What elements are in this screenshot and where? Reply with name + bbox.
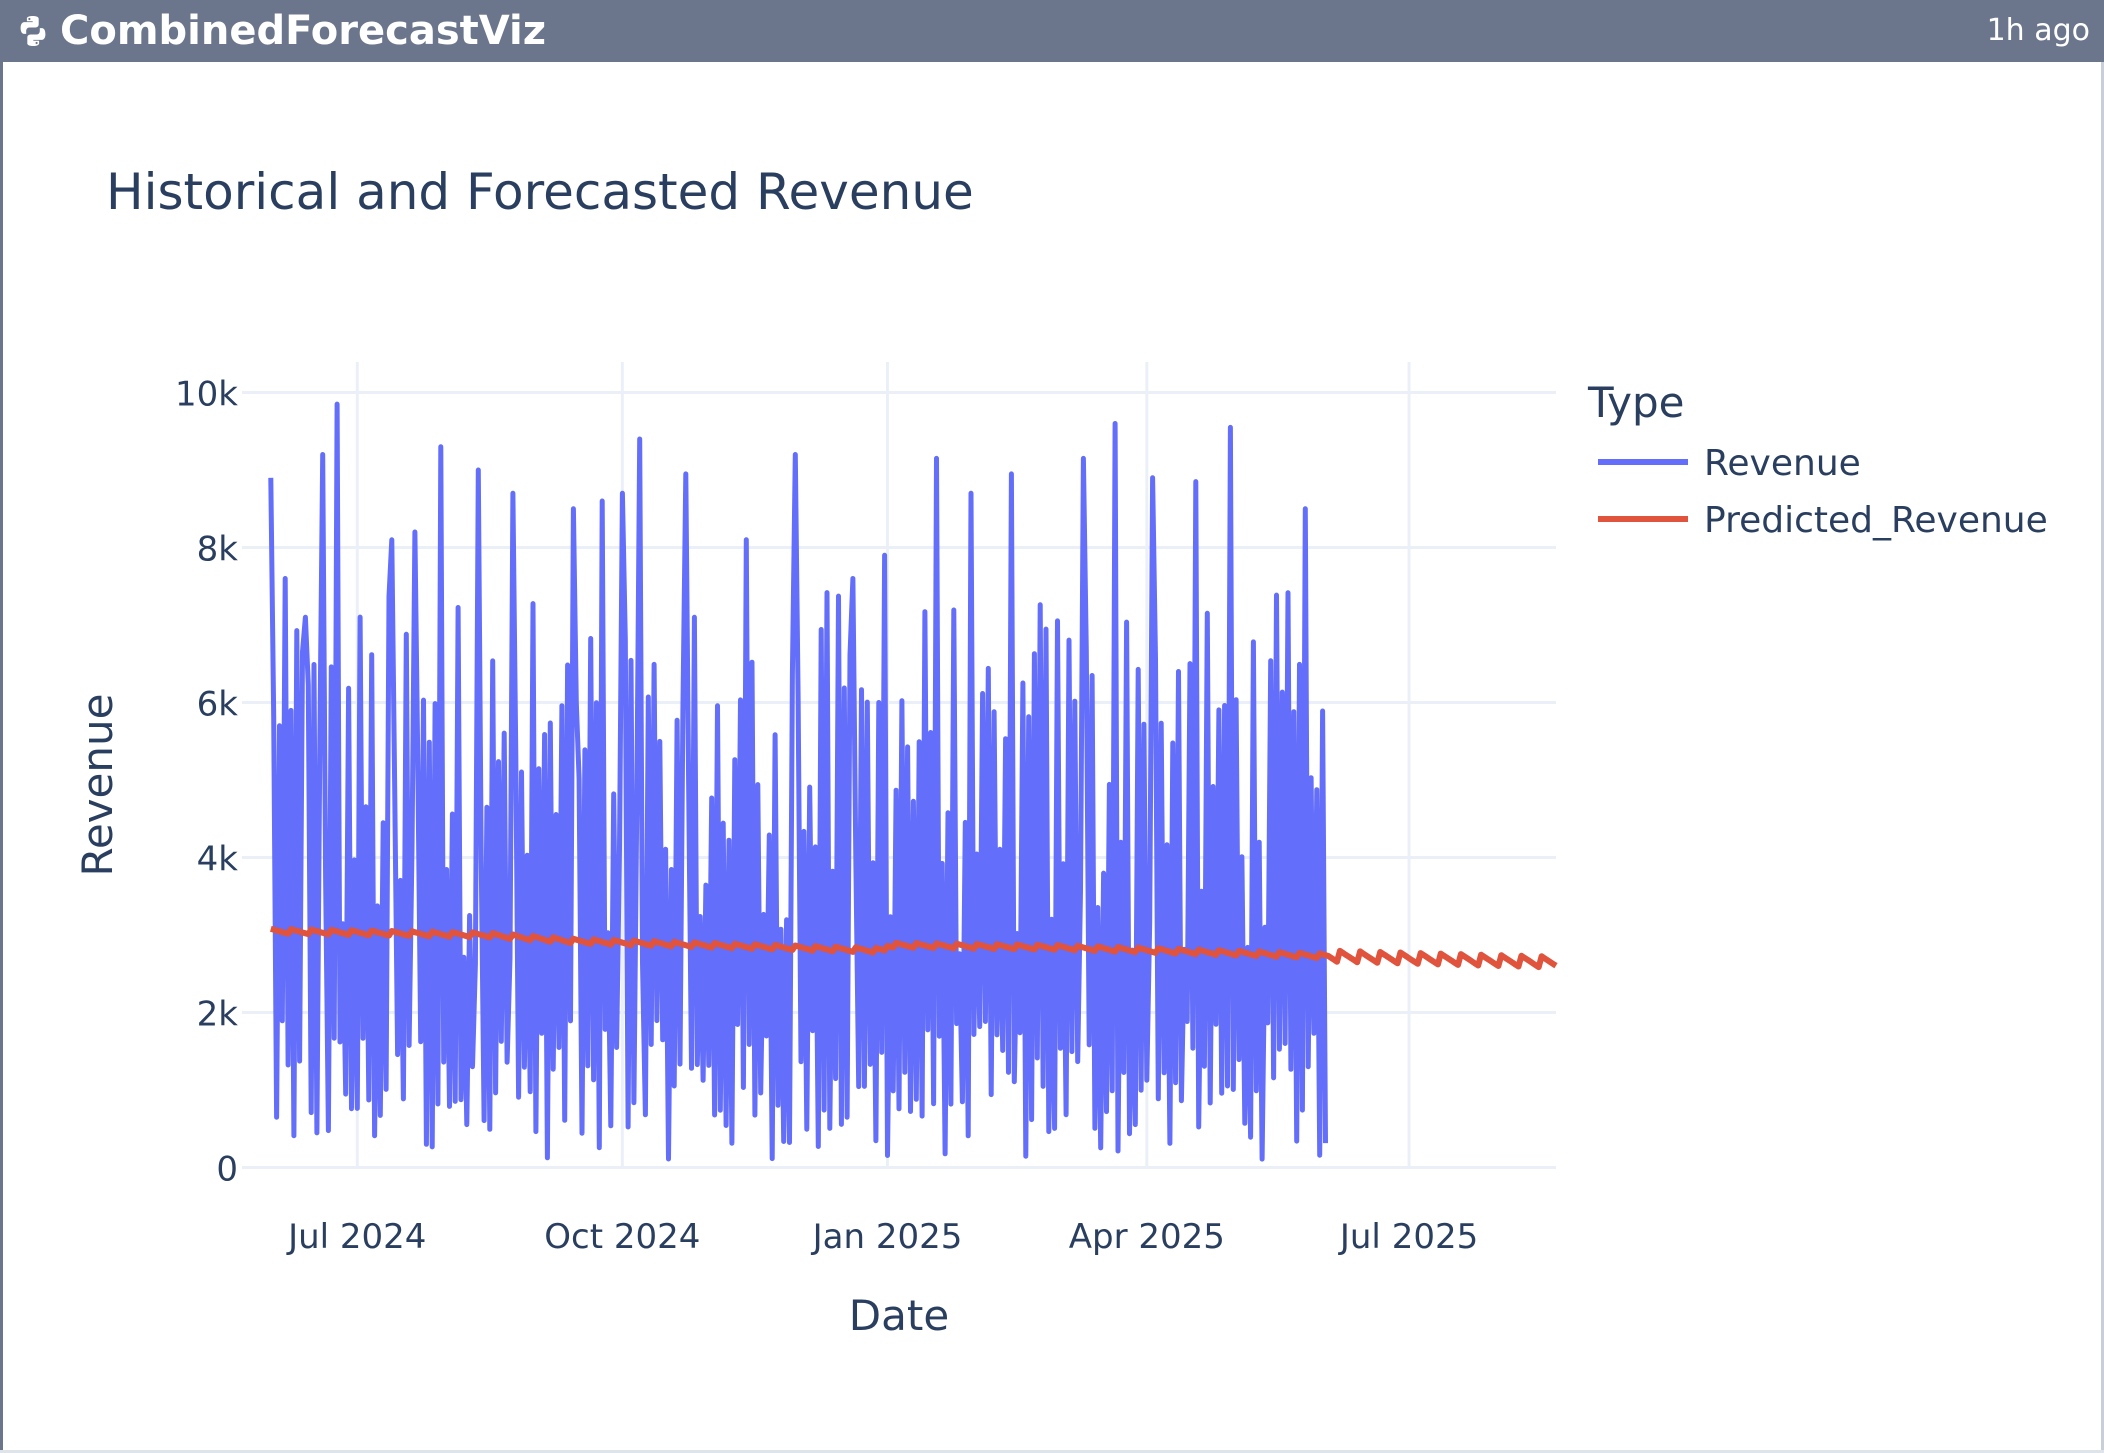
y-tick-label: 6k [197, 685, 239, 725]
y-axis-title: Revenue [73, 694, 122, 877]
revenue-line [268, 401, 1328, 1162]
x-axis: Jul 2024 Oct 2024 Jan 2025 Apr 2025 Jul 2025 [286, 1217, 1478, 1257]
revenue-chart: Historical and Forecasted Revenue 0 2k 4k 6… [73, 163, 2048, 1340]
y-tick-label: 2k [197, 995, 239, 1035]
x-tick-label: Apr 2025 [1069, 1217, 1225, 1257]
series-revenue [268, 401, 1328, 1162]
notebook-panel: CombinedForecastViz 1h ago Historical an… [0, 0, 2104, 1453]
legend-title: Type [1587, 378, 1684, 427]
legend: Type Revenue Predicted_Revenue [1587, 378, 2048, 541]
y-tick-label: 8k [197, 530, 239, 570]
y-tick-label: 0 [216, 1150, 238, 1190]
x-tick-label: Jul 2025 [1338, 1217, 1478, 1257]
x-tick-label: Jul 2024 [286, 1217, 426, 1257]
chart-title: Historical and Forecasted Revenue [106, 163, 974, 221]
x-tick-label: Oct 2024 [544, 1217, 700, 1257]
x-tick-label: Jan 2025 [811, 1217, 963, 1257]
legend-item-label[interactable]: Predicted_Revenue [1704, 500, 2048, 541]
x-axis-title: Date [849, 1291, 949, 1340]
y-axis: 0 2k 4k 6k 8k 10k [175, 375, 238, 1190]
y-tick-label: 4k [197, 840, 239, 880]
legend-item-label[interactable]: Revenue [1704, 443, 1861, 484]
y-tick-label: 10k [175, 375, 238, 415]
